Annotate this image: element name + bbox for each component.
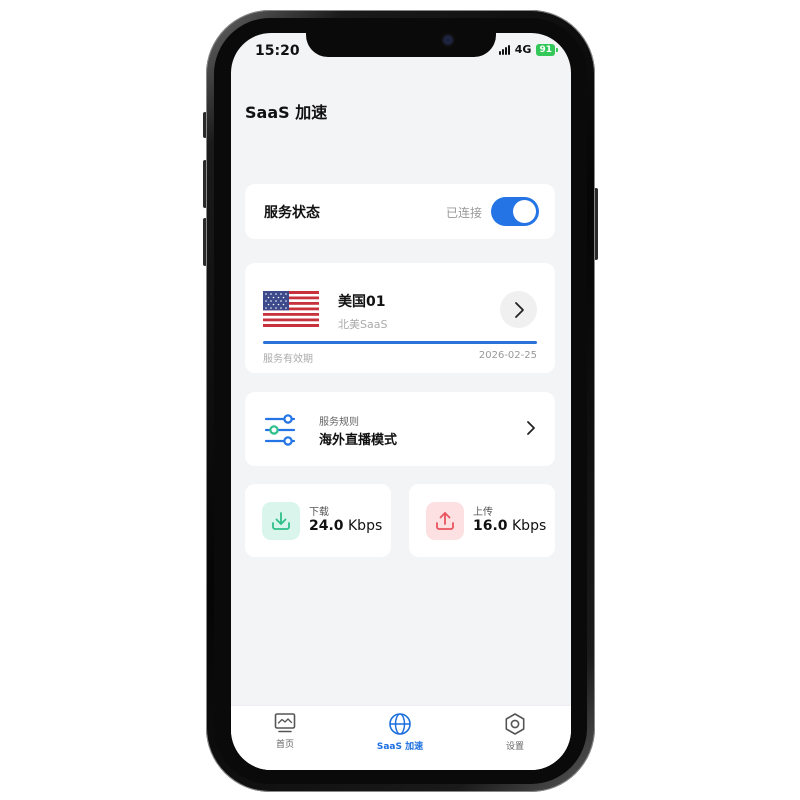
expiry-label: 服务有效期 xyxy=(263,354,313,365)
upload-speed: 16.0 xyxy=(473,518,508,534)
server-card[interactable]: 美国01 北美SaaS 服务有效期 2026-02-25 xyxy=(245,263,555,373)
monitor-icon xyxy=(274,713,296,733)
globe-icon xyxy=(389,713,411,735)
download-unit: Kbps xyxy=(348,518,383,534)
screen: 15:20 4G 91 SaaS 加速 服务状态 已连接 美国01 北美SaaS… xyxy=(231,33,571,770)
chevron-right-icon xyxy=(527,421,535,435)
download-icon xyxy=(262,502,300,540)
upload-icon xyxy=(426,502,464,540)
sliders-icon xyxy=(264,414,296,446)
upload-label: 上传 xyxy=(473,507,493,518)
tab-home[interactable]: 首页 xyxy=(240,712,330,750)
download-speed: 24.0 xyxy=(309,518,344,534)
signal-icon xyxy=(498,44,510,55)
service-toggle[interactable] xyxy=(491,197,539,226)
status-indicators: 4G 91 xyxy=(498,43,558,56)
validity-progress-fill xyxy=(263,341,537,344)
download-speed-card: 下载 24.0 Kbps xyxy=(245,484,391,557)
server-select-button[interactable] xyxy=(500,291,537,328)
status-time: 15:20 xyxy=(255,43,300,59)
toggle-knob xyxy=(513,200,536,223)
upload-value: 16.0 Kbps xyxy=(473,518,546,534)
battery-icon: 91 xyxy=(536,43,558,56)
server-region: 北美SaaS xyxy=(338,318,388,331)
tab-saas-label: SaaS 加速 xyxy=(376,742,424,752)
service-status-label: 服务状态 xyxy=(264,205,320,221)
validity-progress-bar xyxy=(263,341,537,344)
expiry-date: 2026-02-25 xyxy=(478,350,537,361)
notch xyxy=(306,33,496,57)
rule-title: 海外直播模式 xyxy=(319,433,398,448)
server-name: 美国01 xyxy=(338,294,386,310)
upload-unit: Kbps xyxy=(512,518,547,534)
service-rule-card[interactable]: 服务规则 海外直播模式 xyxy=(245,392,555,466)
download-value: 24.0 Kbps xyxy=(309,518,382,534)
tab-bar: 首页 SaaS 加速 设置 xyxy=(231,705,571,770)
tab-saas[interactable]: SaaS 加速 xyxy=(355,712,445,752)
tab-home-label: 首页 xyxy=(275,740,294,750)
gear-icon xyxy=(505,713,525,735)
network-type: 4G xyxy=(514,43,532,56)
chevron-right-icon xyxy=(514,301,524,318)
upload-speed-card: 上传 16.0 Kbps xyxy=(409,484,555,557)
connection-state: 已连接 xyxy=(445,206,482,220)
tab-settings[interactable]: 设置 xyxy=(470,712,560,752)
download-label: 下载 xyxy=(309,507,329,518)
rule-subtitle: 服务规则 xyxy=(319,417,359,428)
page-title: SaaS 加速 xyxy=(245,103,328,122)
camera-icon xyxy=(443,35,453,45)
service-status-card: 服务状态 已连接 xyxy=(245,184,555,239)
us-flag-icon xyxy=(263,291,319,327)
tab-settings-label: 设置 xyxy=(505,742,524,752)
